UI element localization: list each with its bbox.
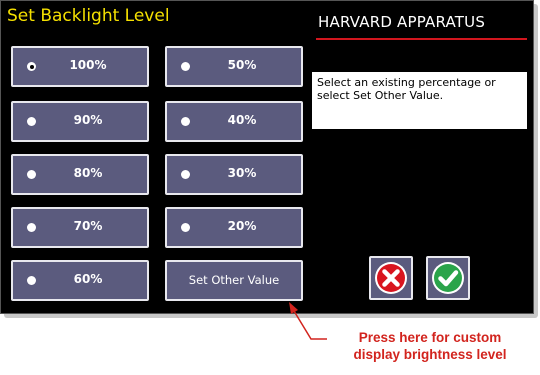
callout-line-1: Press here for custom xyxy=(358,330,502,345)
callout-annotation: Press here for custom display brightness… xyxy=(330,329,530,363)
callout-line-2: display brightness level xyxy=(353,347,507,362)
callout-arrow xyxy=(289,302,327,340)
